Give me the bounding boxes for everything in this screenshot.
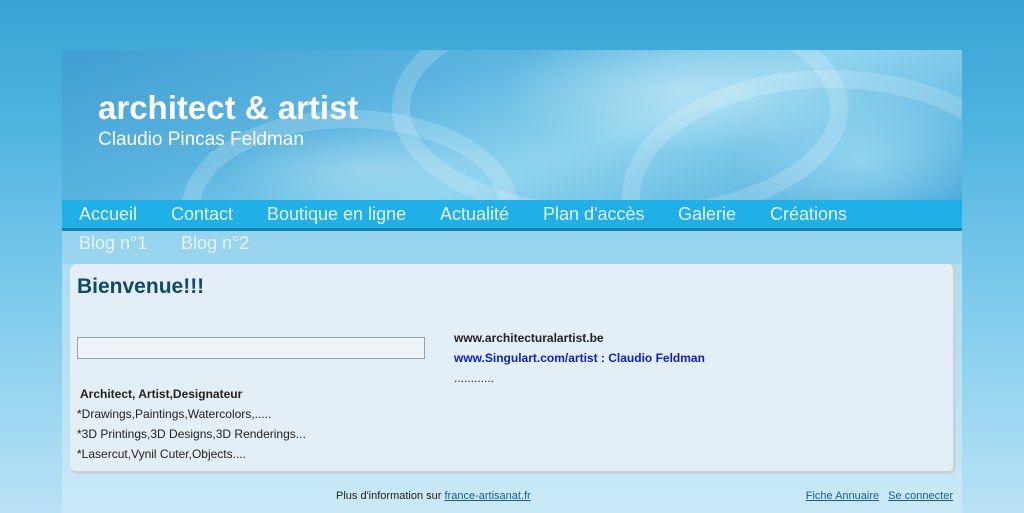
france-artisanat-link[interactable]: france-artisanat.fr xyxy=(445,490,531,502)
list-item: *Drawings,Paintings,Watercolors,..... xyxy=(77,407,272,421)
ellipsis-text: ............ xyxy=(454,371,495,385)
header-banner: architect & artist Claudio Pincas Feldma… xyxy=(62,50,962,200)
nav-item-galerie[interactable]: Galerie xyxy=(678,204,736,225)
nav-item-blog-1[interactable]: Blog n°1 xyxy=(79,233,147,254)
content-card: Bienvenue!!! Architect, Artist,Designate… xyxy=(70,264,956,474)
main-nav: Accueil Contact Boutique en ligne Actual… xyxy=(62,200,962,231)
fiche-annuaire-link[interactable]: Fiche Annuaire xyxy=(806,490,879,502)
footer-links: Fiche Annuaire Se connecter xyxy=(800,490,953,502)
singulart-link[interactable]: www.Singulart.com/artist : Claudio Feldm… xyxy=(454,348,705,368)
nav-item-actualite[interactable]: Actualité xyxy=(440,204,509,225)
footer: Plus d'information sur france-artisanat.… xyxy=(62,480,962,513)
services-title: Architect, Artist,Designateur xyxy=(80,387,243,401)
list-item: *3D Printings,3D Designs,3D Renderings..… xyxy=(77,427,306,441)
services-list: Architect, Artist,Designateur *Drawings,… xyxy=(77,384,306,464)
footer-info-prefix: Plus d'information sur xyxy=(336,490,442,502)
nav-item-boutique[interactable]: Boutique en ligne xyxy=(267,204,406,225)
site-title[interactable]: architect & artist xyxy=(98,89,358,127)
nav-item-plan-acces[interactable]: Plan d'accès xyxy=(543,204,645,225)
nav-item-creations[interactable]: Créations xyxy=(770,204,847,225)
site-subtitle: Claudio Pincas Feldman xyxy=(98,129,304,150)
nav-item-accueil[interactable]: Accueil xyxy=(79,204,137,225)
embed-input-box[interactable] xyxy=(77,337,425,359)
footer-info: Plus d'information sur france-artisanat.… xyxy=(336,490,531,502)
list-item: *Lasercut,Vynil Cuter,Objects.... xyxy=(77,447,246,461)
secondary-nav: Blog n°1 Blog n°2 xyxy=(62,231,962,264)
nav-item-blog-2[interactable]: Blog n°2 xyxy=(181,233,249,254)
login-link[interactable]: Se connecter xyxy=(888,490,953,502)
page-wrapper: architect & artist Claudio Pincas Feldma… xyxy=(62,50,962,513)
nav-item-contact[interactable]: Contact xyxy=(171,204,233,225)
page-heading: Bienvenue!!! xyxy=(77,275,205,298)
website-link[interactable]: www.architecturalartist.be xyxy=(454,328,705,348)
links-block: www.architecturalartist.be www.Singulart… xyxy=(454,328,705,388)
